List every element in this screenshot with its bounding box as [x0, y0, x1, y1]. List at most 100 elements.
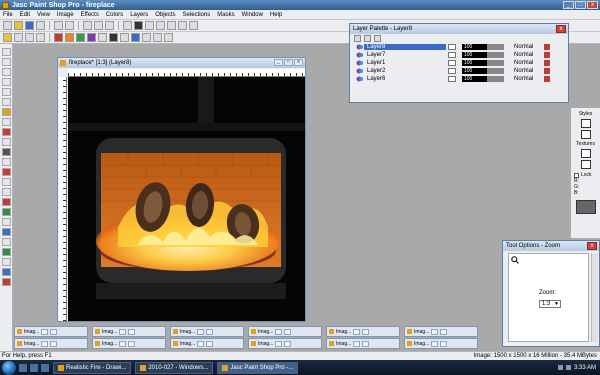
foreground-style-swatch[interactable]	[580, 119, 591, 128]
minimized-image-window[interactable]: Imag...	[170, 326, 244, 337]
layer-lock-icon[interactable]	[544, 68, 550, 74]
menu-window[interactable]: Window	[242, 12, 263, 18]
restore-icon[interactable]	[431, 340, 439, 347]
layer-lock-icon[interactable]	[544, 52, 550, 58]
foreground-texture-swatch[interactable]	[580, 149, 591, 158]
start-button[interactable]	[2, 360, 16, 375]
restore-icon[interactable]	[431, 328, 439, 335]
maximize-icon[interactable]	[440, 328, 448, 335]
maximize-icon[interactable]	[206, 328, 214, 335]
layer-lock-icon[interactable]	[544, 60, 550, 66]
effects-icon[interactable]	[54, 33, 63, 42]
flood-fill-icon[interactable]	[1, 218, 11, 226]
maximize-icon[interactable]	[50, 328, 58, 335]
maximize-icon[interactable]	[50, 340, 58, 347]
undo-icon[interactable]	[54, 21, 63, 30]
layer-options-icon[interactable]	[364, 35, 371, 42]
restore-icon[interactable]	[275, 340, 283, 347]
color-replacer-icon[interactable]	[1, 158, 11, 166]
minimized-image-window[interactable]: Imag...	[92, 326, 166, 337]
quick-launch-media-icon[interactable]	[41, 363, 49, 372]
document-minimize-button[interactable]: _	[274, 59, 283, 66]
restore-icon[interactable]	[119, 328, 127, 335]
layer-row[interactable]: Layer7 100 Normal	[350, 51, 568, 59]
opacity-slider[interactable]: 100	[462, 44, 504, 50]
minimized-image-window[interactable]: Imag...	[404, 338, 478, 349]
volume-icon[interactable]	[565, 365, 571, 370]
minimized-image-window[interactable]: Imag...	[248, 326, 322, 337]
browse-icon[interactable]	[123, 21, 132, 30]
paste-icon[interactable]	[105, 21, 114, 30]
layers-toggle-icon[interactable]	[25, 33, 34, 42]
maximize-button[interactable]: □	[575, 1, 586, 9]
minimized-image-window[interactable]: Imag...	[170, 338, 244, 349]
restore-icon[interactable]	[353, 340, 361, 347]
help-icon[interactable]	[189, 21, 198, 30]
crop-tool-icon[interactable]	[1, 78, 11, 86]
maximize-icon[interactable]	[206, 340, 214, 347]
restore-icon[interactable]	[119, 340, 127, 347]
clone-brush-icon[interactable]	[1, 148, 11, 156]
minimize-button[interactable]: _	[563, 1, 574, 9]
scratch-remover-icon[interactable]	[1, 178, 11, 186]
menu-effects[interactable]: Effects	[81, 12, 99, 18]
layer-row[interactable]: Layer2 100 Normal	[350, 67, 568, 75]
zoom-tool-icon[interactable]	[1, 58, 11, 66]
restore-icon[interactable]	[197, 328, 205, 335]
layer-palette-close-button[interactable]: x	[556, 25, 566, 33]
minimized-image-window[interactable]: Imag...	[248, 338, 322, 349]
visibility-toggle[interactable]	[448, 52, 456, 58]
redo-icon[interactable]	[65, 21, 74, 30]
restore-icon[interactable]	[197, 340, 205, 347]
mover-tool-icon[interactable]	[1, 88, 11, 96]
layer-row[interactable]: Layer6 100 Normal	[350, 75, 568, 83]
grid-icon[interactable]	[14, 33, 23, 42]
save-icon[interactable]	[25, 21, 34, 30]
menu-selections[interactable]: Selections	[183, 12, 211, 18]
tool-options-scrollbar[interactable]	[591, 253, 598, 342]
maximize-icon[interactable]	[284, 340, 292, 347]
taskbar-item-paint-shop-pro[interactable]: Jasc Paint Shop Pro -...	[217, 361, 299, 374]
maximize-icon[interactable]	[440, 340, 448, 347]
draw-tool-icon[interactable]	[1, 248, 11, 256]
background-texture-swatch[interactable]	[580, 160, 591, 169]
selection-tool-icon[interactable]	[1, 98, 11, 106]
opacity-slider[interactable]: 100	[462, 76, 504, 82]
color-palette-icon[interactable]	[3, 33, 12, 42]
blend-mode-select[interactable]: Normal	[514, 68, 538, 74]
text-tool-icon[interactable]	[1, 228, 11, 236]
maximize-icon[interactable]	[362, 328, 370, 335]
menu-view[interactable]: View	[37, 12, 50, 18]
zoom-full-icon[interactable]	[145, 21, 154, 30]
document-maximize-button[interactable]: □	[284, 59, 293, 66]
restore-icon[interactable]	[353, 328, 361, 335]
maximize-icon[interactable]	[128, 340, 136, 347]
retouch-tool-icon[interactable]	[1, 168, 11, 176]
dropper-tool-icon[interactable]	[1, 128, 11, 136]
taskbar-item-realistic-fire[interactable]: Realistic Fire - Drawi...	[53, 361, 132, 374]
quick-launch-ie-icon[interactable]	[19, 363, 27, 372]
lasso-tool-icon[interactable]	[1, 108, 11, 116]
open-folder-icon[interactable]	[14, 21, 23, 30]
new-file-icon[interactable]	[3, 21, 12, 30]
taskbar-item-windows[interactable]: 2010-027 - Windows...	[135, 361, 214, 374]
picture-tube-icon[interactable]	[1, 198, 11, 206]
network-icon[interactable]	[557, 365, 563, 370]
layer-row[interactable]: Layer8 100 Normal	[350, 43, 568, 51]
minimized-image-window[interactable]: Imag...	[14, 326, 88, 337]
document-close-button[interactable]: x	[294, 59, 303, 66]
minimized-image-window[interactable]: Imag...	[404, 326, 478, 337]
minimized-image-window[interactable]: Imag...	[14, 338, 88, 349]
restore-icon[interactable]	[41, 340, 49, 347]
arrow-tool-icon[interactable]	[1, 48, 11, 56]
adjust-icon[interactable]	[65, 33, 74, 42]
screen-capture-icon[interactable]	[134, 21, 143, 30]
menu-help[interactable]: Help	[270, 12, 282, 18]
cut-icon[interactable]	[83, 21, 92, 30]
copy-icon[interactable]	[94, 21, 103, 30]
deform-tool-icon[interactable]	[1, 68, 11, 76]
close-button[interactable]: x	[587, 1, 598, 9]
toggle-palettes-icon[interactable]	[178, 21, 187, 30]
visibility-toggle[interactable]	[448, 60, 456, 66]
image-info-icon[interactable]	[167, 21, 176, 30]
